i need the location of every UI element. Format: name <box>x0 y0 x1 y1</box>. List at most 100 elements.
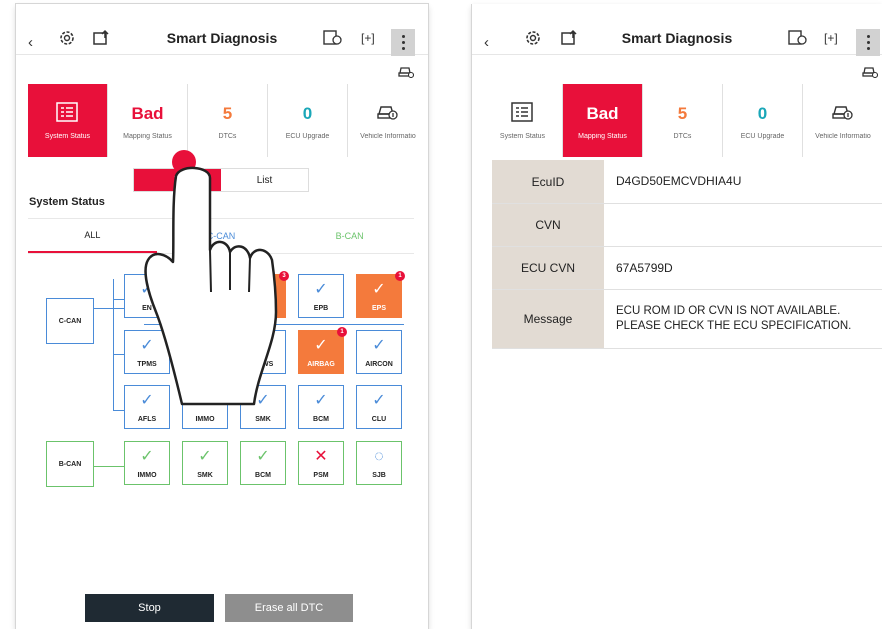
check-icon: ✓ <box>256 281 270 298</box>
page-title: Smart Diagnosis <box>621 30 733 46</box>
ecu-b-sjb[interactable]: ◌ SJB <box>356 441 402 485</box>
table-row: CVN <box>492 204 882 247</box>
cross-icon: ✕ <box>314 448 328 465</box>
ecu-label: EPB <box>313 305 329 312</box>
tile-mapping-status[interactable]: Bad Mapping Status <box>108 84 188 157</box>
erase-all-dtc-button[interactable]: Erase all DTC <box>225 594 353 622</box>
more-menu-button[interactable] <box>391 29 415 56</box>
ecu-aircon[interactable]: ✓ AIRCON <box>356 330 402 374</box>
check-icon: ✓ <box>314 337 328 354</box>
ecu-label: EN <box>142 305 152 312</box>
tile-ecu-upgrade[interactable]: 0 ECU Upgrade <box>268 84 348 157</box>
check-icon: ✓ <box>198 392 212 409</box>
row-key: EcuID <box>492 160 604 203</box>
row-key: Message <box>492 290 604 348</box>
check-icon: ✓ <box>140 392 154 409</box>
tile-system-status[interactable]: System Status <box>483 84 563 157</box>
ecu-label: IMMO <box>195 416 215 423</box>
check-icon: ✓ <box>256 337 270 354</box>
ecu-label: AIRBAG <box>307 361 335 368</box>
report-icon[interactable] <box>788 26 808 50</box>
tile-vehicle-info[interactable]: Vehicle Informatio <box>348 84 428 157</box>
checklist-icon <box>511 102 533 122</box>
network-topology: C-CAN B-CAN ✓ EN ✓ 3 ✓ EPB ✓ EPS 1 ✓ TPMS ✓ LDW… <box>16 254 428 514</box>
check-icon: ✓ <box>372 337 386 354</box>
check-icon: ✓ <box>314 392 328 409</box>
list-view-button[interactable]: List <box>221 169 308 191</box>
ecu-eps[interactable]: ✓ EPS 1 <box>356 271 405 318</box>
bus-filter-tabs: ALL C-CAN B-CAN <box>28 218 414 254</box>
ecu-b-immo[interactable]: ✓ IMMO <box>124 441 170 485</box>
b-can-node[interactable]: B-CAN <box>46 441 94 487</box>
car-info-icon <box>377 106 398 120</box>
scan-icon[interactable]: [+] <box>824 26 838 50</box>
ecu-tpms[interactable]: ✓ TPMS <box>124 330 170 374</box>
checklist-icon <box>56 102 78 122</box>
tile-label: ECU Upgrade <box>285 133 330 140</box>
tab-all[interactable]: ALL <box>28 219 157 253</box>
check-icon: ✓ <box>140 281 154 298</box>
ecu-immo[interactable]: ✓ IMMO <box>182 385 228 429</box>
stop-button[interactable]: Stop <box>85 594 214 622</box>
tile-vehicle-info[interactable]: Vehicle Informatio <box>803 84 882 157</box>
ecu-b-psm[interactable]: ✕ PSM <box>298 441 344 485</box>
ecu-label: AIRCON <box>365 361 393 368</box>
bus-line <box>144 324 404 325</box>
check-icon: ✓ <box>372 281 386 298</box>
table-row: EcuID D4GD50EMCVDHIA4U <box>492 160 882 204</box>
ecu-fault[interactable]: ✓ 3 <box>240 271 289 318</box>
ecu-b-bcm[interactable]: ✓ BCM <box>240 441 286 485</box>
tile-value: Bad <box>131 104 164 123</box>
tile-mapping-status[interactable]: Bad Mapping Status <box>563 84 643 157</box>
bus-line <box>92 308 124 309</box>
tile-label: Vehicle Informatio <box>360 133 416 140</box>
ecu-label: SJB <box>372 472 386 479</box>
ecu-smk[interactable]: ✓ SMK <box>240 385 286 429</box>
c-can-node[interactable]: C-CAN <box>46 298 94 344</box>
summary-tiles: System Status Bad Mapping Status 5 DTCs … <box>483 84 882 157</box>
ecu-clu[interactable]: ✓ CLU <box>356 385 402 429</box>
ecu-afls[interactable]: ✓ AFLS <box>124 385 170 429</box>
ecu-label: EPS <box>371 305 386 312</box>
scan-icon[interactable]: [+] <box>361 26 375 50</box>
ecu-b-smk[interactable]: ✓ SMK <box>182 441 228 485</box>
ecu-label: LDWS <box>252 361 274 368</box>
ecu-epb[interactable]: ✓ EPB <box>298 274 344 318</box>
ecu-label: TPMS <box>137 361 157 368</box>
tile-label: DTCs <box>673 133 692 140</box>
vehicle-settings-icon[interactable] <box>862 64 879 81</box>
ecu-ldws[interactable]: ✓ LDWS <box>240 330 286 374</box>
ecu-label: SMK <box>255 416 271 423</box>
view-toggle: Ic List <box>133 168 309 192</box>
tile-dtcs[interactable]: 5 DTCs <box>188 84 268 157</box>
row-key: ECU CVN <box>492 247 604 289</box>
tile-dtcs[interactable]: 5 DTCs <box>643 84 723 157</box>
ecu-info-table: EcuID D4GD50EMCVDHIA4U CVN ECU CVN 67A57… <box>492 160 882 349</box>
tile-ecu-upgrade[interactable]: 0 ECU Upgrade <box>723 84 803 157</box>
check-icon: ✓ <box>140 337 154 354</box>
ecu-airbag[interactable]: ✓ AIRBAG 1 <box>298 327 347 374</box>
tile-label: ECU Upgrade <box>740 133 785 140</box>
app-header: ‹ Smart Diagnosis [+] <box>16 4 428 56</box>
icon-view-button[interactable]: Ic <box>134 169 221 191</box>
tab-c-can[interactable]: C-CAN <box>157 219 286 253</box>
fault-count-badge: 3 <box>279 271 289 281</box>
app-header: ‹ Smart Diagnosis [+] <box>472 4 882 56</box>
check-icon: ✓ <box>140 448 154 465</box>
more-menu-button[interactable] <box>856 29 880 56</box>
row-value: 67A5799D <box>616 260 673 275</box>
ecu-engine[interactable]: ✓ EN <box>124 274 170 318</box>
row-value: D4GD50EMCVDHIA4U <box>616 174 742 188</box>
ecu-label: AFLS <box>137 416 157 423</box>
vehicle-settings-icon[interactable] <box>398 64 415 81</box>
tile-label: Vehicle Informatio <box>815 133 871 140</box>
car-info-icon <box>832 106 853 120</box>
tab-b-can[interactable]: B-CAN <box>285 219 414 253</box>
report-icon[interactable] <box>323 26 343 50</box>
tile-system-status[interactable]: System Status <box>28 84 108 157</box>
check-icon: ✓ <box>256 392 270 409</box>
tile-value: 0 <box>302 104 313 123</box>
tile-value: Bad <box>586 104 619 123</box>
ecu-bcm[interactable]: ✓ BCM <box>298 385 344 429</box>
tile-value: 0 <box>757 104 768 123</box>
